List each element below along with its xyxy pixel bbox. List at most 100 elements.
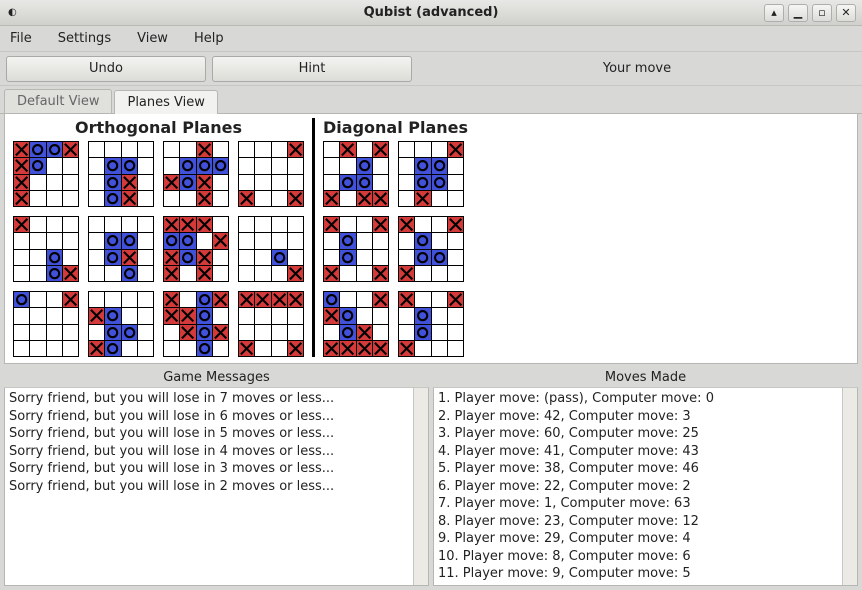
board-cell[interactable]: [47, 292, 62, 307]
undo-button[interactable]: Undo: [6, 56, 206, 82]
board-cell[interactable]: [122, 191, 137, 206]
board-cell[interactable]: [432, 292, 447, 307]
board-cell[interactable]: [164, 266, 179, 281]
board-cell[interactable]: [47, 175, 62, 190]
board-cell[interactable]: [324, 266, 339, 281]
board-cell[interactable]: [373, 292, 388, 307]
board-cell[interactable]: [180, 308, 195, 323]
board-cell[interactable]: [432, 341, 447, 356]
board-cell[interactable]: [324, 158, 339, 173]
board-cell[interactable]: [180, 158, 195, 173]
board-cell[interactable]: [432, 250, 447, 265]
board-cell[interactable]: [213, 266, 228, 281]
board-cell[interactable]: [357, 266, 372, 281]
board-cell[interactable]: [30, 175, 45, 190]
board-cell[interactable]: [373, 250, 388, 265]
board-cell[interactable]: [138, 233, 153, 248]
board-cell[interactable]: [63, 142, 78, 157]
board-cell[interactable]: [30, 266, 45, 281]
board-cell[interactable]: [47, 341, 62, 356]
board-cell[interactable]: [89, 158, 104, 173]
board-cell[interactable]: [357, 292, 372, 307]
board-cell[interactable]: [14, 292, 29, 307]
board-cell[interactable]: [138, 217, 153, 232]
board-cell[interactable]: [324, 175, 339, 190]
board-cell[interactable]: [415, 191, 430, 206]
board-cell[interactable]: [197, 266, 212, 281]
board-cell[interactable]: [63, 308, 78, 323]
board-cell[interactable]: [255, 341, 270, 356]
board-cell[interactable]: [357, 142, 372, 157]
board-cell[interactable]: [105, 217, 120, 232]
board-cell[interactable]: [399, 142, 414, 157]
board-cell[interactable]: [239, 341, 254, 356]
board-cell[interactable]: [373, 233, 388, 248]
board-cell[interactable]: [213, 233, 228, 248]
board-cell[interactable]: [164, 142, 179, 157]
board-cell[interactable]: [164, 341, 179, 356]
board-cell[interactable]: [340, 217, 355, 232]
game-messages-body[interactable]: Sorry friend, but you will lose in 7 mov…: [4, 388, 429, 586]
board-cell[interactable]: [288, 158, 303, 173]
board-cell[interactable]: [448, 250, 463, 265]
board-cell[interactable]: [30, 191, 45, 206]
board-cell[interactable]: [340, 325, 355, 340]
board-cell[interactable]: [138, 325, 153, 340]
board-cell[interactable]: [239, 308, 254, 323]
board-cell[interactable]: [255, 266, 270, 281]
board-cell[interactable]: [324, 142, 339, 157]
board-cell[interactable]: [432, 191, 447, 206]
board-cell[interactable]: [47, 217, 62, 232]
board-cell[interactable]: [432, 266, 447, 281]
board-cell[interactable]: [239, 250, 254, 265]
board-cell[interactable]: [213, 308, 228, 323]
board-cell[interactable]: [448, 308, 463, 323]
board-cell[interactable]: [324, 341, 339, 356]
board-cell[interactable]: [164, 233, 179, 248]
board-cell[interactable]: [63, 175, 78, 190]
board-cell[interactable]: [197, 175, 212, 190]
board-cell[interactable]: [288, 142, 303, 157]
board-cell[interactable]: [357, 158, 372, 173]
board-cell[interactable]: [164, 217, 179, 232]
board-cell[interactable]: [89, 142, 104, 157]
board-cell[interactable]: [239, 325, 254, 340]
board-cell[interactable]: [399, 341, 414, 356]
board-cell[interactable]: [288, 266, 303, 281]
board-cell[interactable]: [180, 341, 195, 356]
board-cell[interactable]: [47, 158, 62, 173]
board-cell[interactable]: [164, 158, 179, 173]
board-cell[interactable]: [105, 191, 120, 206]
board-cell[interactable]: [180, 250, 195, 265]
tab-default-view[interactable]: Default View: [4, 89, 112, 113]
board-cell[interactable]: [340, 142, 355, 157]
board-cell[interactable]: [47, 250, 62, 265]
board-cell[interactable]: [239, 233, 254, 248]
board-cell[interactable]: [272, 175, 287, 190]
menu-help[interactable]: Help: [190, 28, 228, 49]
board-cell[interactable]: [47, 308, 62, 323]
board-cell[interactable]: [373, 175, 388, 190]
board-cell[interactable]: [448, 266, 463, 281]
board-cell[interactable]: [340, 233, 355, 248]
board-cell[interactable]: [89, 341, 104, 356]
board-cell[interactable]: [448, 191, 463, 206]
board-cell[interactable]: [340, 250, 355, 265]
board-cell[interactable]: [197, 217, 212, 232]
board-cell[interactable]: [63, 266, 78, 281]
board-cell[interactable]: [239, 217, 254, 232]
board-cell[interactable]: [415, 292, 430, 307]
board-cell[interactable]: [14, 308, 29, 323]
board-cell[interactable]: [357, 233, 372, 248]
menu-file[interactable]: File: [6, 28, 36, 49]
board-cell[interactable]: [14, 233, 29, 248]
board-cell[interactable]: [373, 191, 388, 206]
board-cell[interactable]: [14, 341, 29, 356]
board-cell[interactable]: [63, 250, 78, 265]
board-cell[interactable]: [288, 217, 303, 232]
tab-planes-view[interactable]: Planes View: [114, 90, 217, 114]
board-cell[interactable]: [122, 142, 137, 157]
board-cell[interactable]: [122, 341, 137, 356]
board-cell[interactable]: [255, 175, 270, 190]
board-cell[interactable]: [255, 191, 270, 206]
